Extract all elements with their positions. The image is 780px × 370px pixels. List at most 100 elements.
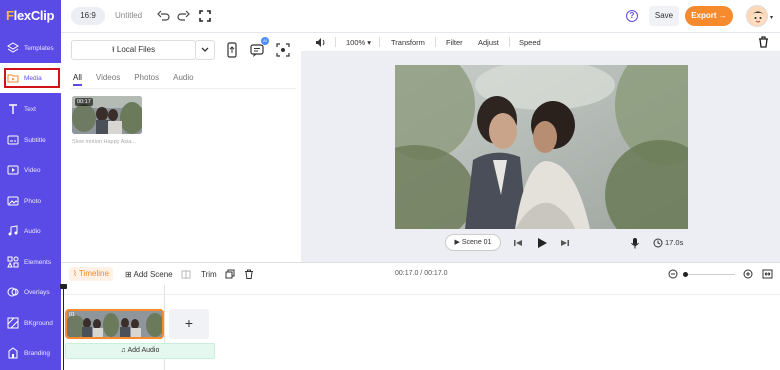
sidebar-item-branding[interactable]: Branding bbox=[0, 338, 61, 368]
add-scene-plus-button[interactable]: + bbox=[169, 309, 209, 339]
scene-clip[interactable]: 01 bbox=[65, 309, 164, 339]
timeline-label: Timeline bbox=[78, 269, 109, 278]
clock-icon bbox=[653, 238, 663, 248]
aspect-ratio-button[interactable]: 16:9 bbox=[71, 7, 105, 25]
tabs-divider bbox=[71, 88, 296, 89]
sidebar-item-overlays[interactable]: Overlays bbox=[0, 277, 61, 307]
app-logo[interactable]: FlexClip bbox=[6, 8, 54, 23]
volume-icon[interactable] bbox=[315, 37, 327, 48]
zoom-slider-handle[interactable] bbox=[683, 272, 688, 277]
sidebar-item-elements[interactable]: Elements bbox=[0, 247, 61, 277]
scene-play-button[interactable]: ▶ Scene 01 bbox=[445, 234, 501, 251]
background-icon bbox=[7, 317, 19, 329]
sidebar-item-bkground[interactable]: BKground bbox=[0, 308, 61, 338]
sidebar-item-label: Audio bbox=[24, 228, 41, 235]
divider bbox=[379, 37, 380, 47]
media-tabs: All Videos Photos Audio bbox=[73, 73, 194, 86]
play-icon: ▶ bbox=[454, 239, 462, 246]
sidebar-item-photo[interactable]: Photo bbox=[0, 186, 61, 216]
add-scene-button[interactable]: ⊞ Add Scene bbox=[125, 270, 173, 279]
duplicate-icon[interactable] bbox=[225, 269, 235, 279]
help-icon[interactable]: ? bbox=[626, 10, 638, 22]
zoom-out-icon[interactable] bbox=[668, 269, 678, 279]
redo-icon[interactable] bbox=[176, 9, 190, 23]
ai-badge: AI bbox=[261, 37, 269, 45]
fullscreen-icon[interactable] bbox=[198, 9, 212, 23]
media-highlight-box bbox=[4, 68, 60, 88]
play-icon[interactable] bbox=[536, 237, 548, 249]
sidebar-item-video[interactable]: Video bbox=[0, 155, 61, 185]
filter-button[interactable]: Filter bbox=[446, 38, 463, 47]
sidebar-item-label: Text bbox=[24, 106, 36, 113]
sidebar-item-label: Overlays bbox=[24, 289, 50, 296]
trash-icon[interactable] bbox=[758, 36, 769, 48]
phone-upload-icon[interactable] bbox=[223, 41, 241, 59]
sidebar: FlexClip Templates Media Text Subtitle V… bbox=[0, 0, 61, 370]
overlays-icon bbox=[7, 287, 19, 297]
video-preview[interactable] bbox=[395, 65, 688, 229]
video-icon bbox=[7, 165, 19, 175]
trash-icon[interactable] bbox=[244, 269, 254, 279]
user-avatar[interactable] bbox=[746, 5, 768, 27]
chevron-down-icon[interactable]: ▾ bbox=[770, 14, 773, 21]
previous-icon[interactable] bbox=[513, 238, 523, 248]
zoom-slider-track[interactable] bbox=[685, 274, 735, 275]
tab-audio[interactable]: Audio bbox=[173, 73, 193, 82]
sidebar-item-label: Elements bbox=[24, 259, 52, 266]
editor-toolbar: 100% ▾ Transform Filter Adjust Speed bbox=[301, 33, 780, 51]
tab-videos[interactable]: Videos bbox=[96, 73, 120, 82]
export-button[interactable]: Export → bbox=[685, 6, 733, 26]
app-root: FlexClip Templates Media Text Subtitle V… bbox=[0, 0, 780, 370]
divider bbox=[335, 37, 336, 47]
local-files-label: Local Files bbox=[116, 45, 156, 54]
sidebar-item-label: BKground bbox=[24, 320, 53, 327]
next-icon[interactable] bbox=[560, 238, 570, 248]
sidebar-item-subtitle[interactable]: Subtitle bbox=[0, 125, 61, 155]
text-icon bbox=[9, 104, 17, 114]
zoom-select[interactable]: 100% ▾ bbox=[346, 38, 371, 47]
playback-controls: ▶ Scene 01 17.0s bbox=[395, 233, 688, 253]
sidebar-item-templates[interactable]: Templates bbox=[0, 33, 61, 63]
logo-text: lexClip bbox=[13, 8, 55, 23]
media-thumbnail[interactable]: 00:17 bbox=[72, 96, 142, 134]
microphone-icon[interactable] bbox=[630, 237, 640, 249]
chevron-down-icon bbox=[201, 47, 209, 52]
project-title[interactable]: Untitled bbox=[115, 11, 142, 20]
add-scene-label: Add Scene bbox=[133, 270, 173, 279]
add-audio-track[interactable]: ♫ Add Audio bbox=[65, 343, 215, 359]
tab-all[interactable]: All bbox=[73, 73, 82, 86]
clip-thumbnails bbox=[67, 311, 162, 337]
fit-timeline-icon[interactable] bbox=[762, 269, 773, 279]
adjust-button[interactable]: Adjust bbox=[478, 38, 499, 47]
divider bbox=[509, 37, 510, 47]
tab-photos[interactable]: Photos bbox=[134, 73, 159, 82]
speed-button[interactable]: Speed bbox=[519, 38, 541, 47]
sidebar-item-label: Templates bbox=[24, 45, 54, 52]
timeline-tab[interactable]: ⌇ Timeline bbox=[69, 267, 113, 281]
trim-button[interactable]: Trim bbox=[201, 270, 217, 279]
playhead-handle[interactable] bbox=[60, 284, 67, 289]
sidebar-item-label: Photo bbox=[24, 198, 41, 205]
split-icon[interactable] bbox=[181, 270, 191, 279]
timeline-ruler bbox=[61, 285, 780, 295]
layers-icon bbox=[7, 42, 19, 53]
thumbnail-duration: 00:17 bbox=[75, 98, 93, 106]
screen-record-icon[interactable] bbox=[274, 41, 292, 59]
zoom-value: 100% bbox=[346, 38, 366, 47]
zoom-in-icon[interactable] bbox=[743, 269, 753, 279]
divider bbox=[435, 37, 436, 47]
transform-button[interactable]: Transform bbox=[391, 38, 425, 47]
undo-icon[interactable] bbox=[157, 9, 171, 23]
local-files-button[interactable]: ⭱ Local Files bbox=[71, 40, 196, 60]
upload-options-button[interactable] bbox=[195, 40, 215, 60]
save-button[interactable]: Save bbox=[649, 6, 679, 26]
sidebar-item-label: Video bbox=[24, 167, 41, 174]
sidebar-item-label: Subtitle bbox=[24, 137, 46, 144]
photo-icon bbox=[7, 196, 19, 206]
sidebar-item-text[interactable]: Text bbox=[0, 94, 61, 124]
thumbnail-caption: Slow motion Happy Asia... bbox=[72, 139, 136, 145]
playhead-line[interactable] bbox=[63, 285, 64, 370]
sidebar-item-audio[interactable]: Audio bbox=[0, 216, 61, 246]
add-audio-label: Add Audio bbox=[127, 347, 160, 354]
top-toolbar: 16:9 Untitled ? Save Export → ▾ bbox=[61, 0, 780, 33]
